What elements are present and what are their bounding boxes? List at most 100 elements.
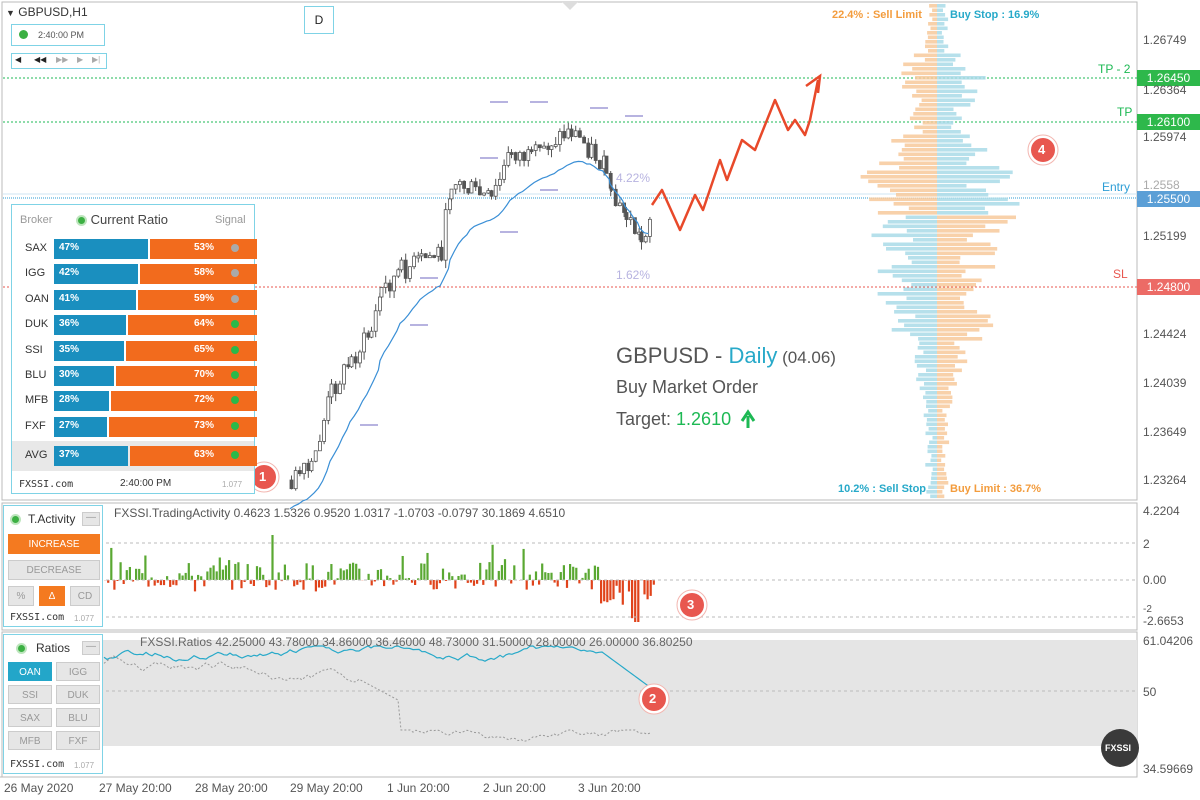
tp-label: TP (1117, 105, 1133, 119)
candle (453, 184, 458, 190)
activity-bar (259, 567, 262, 581)
book-bar-left (929, 440, 937, 445)
activity-bar (190, 575, 193, 580)
delta-button[interactable]: Δ (39, 586, 65, 606)
book-bar-right (937, 472, 947, 476)
activity-bar (283, 564, 286, 580)
activity-bar (649, 580, 652, 596)
timeframe-button[interactable]: D (304, 6, 334, 34)
symbol-title[interactable]: ▼ GBPUSD,H1 (6, 5, 88, 19)
signal-dot-icon (231, 371, 239, 379)
candle (509, 152, 514, 155)
book-bar-left (928, 22, 937, 26)
book-bar-right (937, 485, 945, 490)
end-icon[interactable]: ▶| (92, 55, 100, 64)
book-bar-right (937, 404, 950, 409)
tp2-label: TP - 2 (1098, 62, 1131, 76)
activity-bar (370, 580, 373, 586)
book-bar-right (937, 152, 976, 157)
book-bar-left (892, 274, 937, 278)
activity-bar (448, 572, 451, 580)
book-bar-left (913, 53, 937, 58)
book-bar-right (937, 143, 972, 148)
activity-bar (652, 580, 655, 585)
oan-button[interactable]: OAN (8, 662, 52, 681)
book-bar-right (937, 13, 946, 17)
ssi-button[interactable]: SSI (8, 685, 52, 704)
book-bar-right (937, 139, 963, 143)
book-bar-right (937, 283, 976, 287)
sax-button[interactable]: SAX (8, 708, 52, 727)
buy-percent: 47% (59, 242, 80, 253)
increase-button[interactable]: INCREASE (8, 534, 100, 554)
sl-label: SL (1113, 267, 1128, 281)
activity-bar (147, 580, 150, 587)
blu-button[interactable]: BLU (56, 708, 100, 727)
book-bar-left (925, 40, 937, 44)
activity-bar (606, 580, 609, 603)
ratios-axis-label: 34.59669 (1143, 762, 1194, 776)
step-forward-icon[interactable]: ▶ (77, 55, 83, 64)
activity-bar (494, 580, 497, 587)
cd-button[interactable]: CD (70, 586, 100, 606)
sell-limit-label: 22.4% : Sell Limit (832, 9, 922, 21)
book-bar-right (937, 346, 960, 350)
broker-name: SAX (25, 242, 48, 254)
ratio-row: FXF 27% 73% (12, 416, 257, 438)
broker-column-header: Broker (20, 214, 53, 226)
book-bar-left (927, 449, 937, 454)
candle (432, 255, 437, 258)
activity-axis-label: 2 (1143, 537, 1150, 551)
activity-bar (559, 572, 562, 580)
duk-button[interactable]: DUK (56, 685, 100, 704)
book-bar-right (937, 229, 1000, 233)
book-bar-right (937, 382, 957, 386)
book-bar-left (904, 323, 937, 328)
sell-percent: 65% (194, 343, 215, 355)
activity-bar (587, 568, 590, 580)
book-bar-right (937, 233, 973, 238)
price-axis-label: 1.26749 (1143, 33, 1187, 47)
activity-indicator-line: FXSSI.TradingActivity 0.4623 1.5326 0.95… (114, 506, 566, 520)
candle (566, 128, 571, 139)
book-bar-right (937, 184, 967, 188)
book-bar-left (926, 400, 937, 404)
minimize-button[interactable]: — (82, 641, 100, 655)
book-bar-left (928, 409, 937, 413)
activity-bar (246, 564, 249, 580)
book-bar-right (937, 278, 982, 283)
ratio-row: SAX 47% 53% (12, 238, 257, 260)
activity-bar (184, 572, 187, 581)
buy-stop-label: Buy Stop : 16.9% (950, 9, 1040, 21)
activity-axis-label: 4.2204 (1143, 504, 1180, 518)
candle (457, 180, 462, 186)
sell-percent: 64% (194, 318, 215, 330)
igg-button[interactable]: IGG (56, 662, 100, 681)
candle (423, 253, 428, 259)
decrease-button[interactable]: DECREASE (8, 560, 100, 580)
book-bar-right (937, 121, 954, 125)
book-bar-left (877, 269, 937, 274)
minimize-button[interactable]: — (82, 512, 100, 526)
book-bar-left (911, 260, 937, 265)
broker-name: IGG (25, 267, 46, 280)
ratios-title: Ratios (36, 641, 71, 655)
ratio-row: AVG 37% 63% (12, 445, 257, 467)
activity-bar (215, 571, 218, 580)
rewind-icon[interactable]: ◀◀ (34, 55, 46, 64)
mfb-button[interactable]: MFB (8, 731, 52, 750)
book-bar-left (915, 76, 937, 80)
activity-bar (162, 580, 166, 586)
book-bar-right (937, 373, 954, 377)
price-axis-label: 1.25974 (1143, 130, 1187, 144)
step-back-icon[interactable]: ◀ (15, 55, 21, 64)
activity-bar (218, 557, 221, 580)
activity-bar (482, 580, 485, 585)
fxf-button[interactable]: FXF (56, 731, 100, 750)
ratios-axis-label: 61.04206 (1143, 634, 1194, 648)
book-bar-right (937, 296, 960, 301)
fast-forward-icon[interactable]: ▶▶ (56, 55, 68, 64)
book-bar-right (937, 422, 948, 427)
percent-button[interactable]: % (8, 586, 34, 606)
activity-bar (544, 572, 547, 581)
